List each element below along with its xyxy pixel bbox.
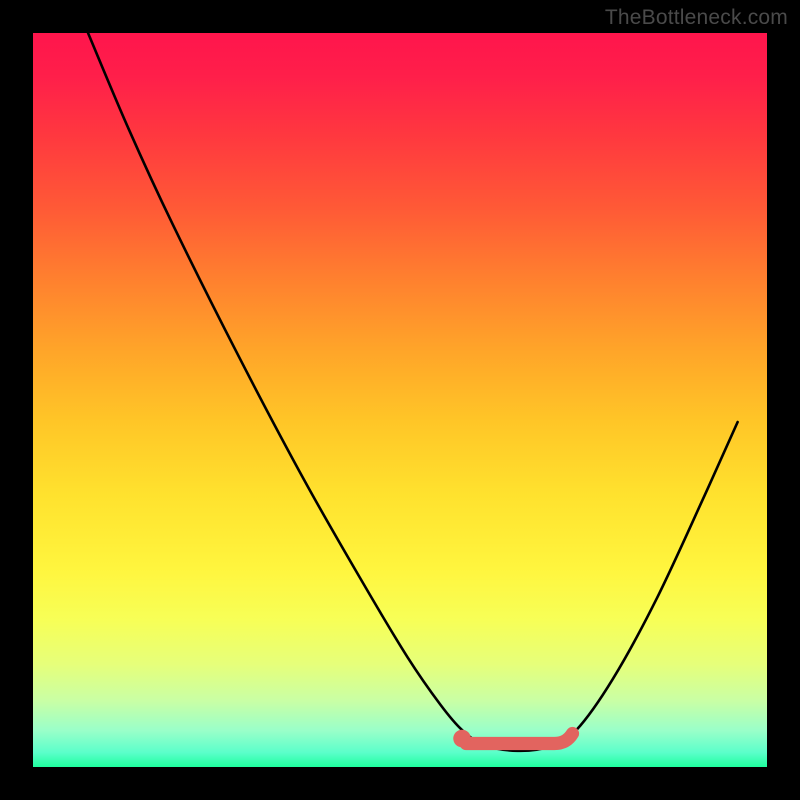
attribution-text: TheBottleneck.com [605,6,788,30]
bottleneck-curve [88,33,738,751]
optimal-range-highlight [453,730,572,748]
chart-svg [33,33,767,767]
chart-plot-area [33,33,767,767]
